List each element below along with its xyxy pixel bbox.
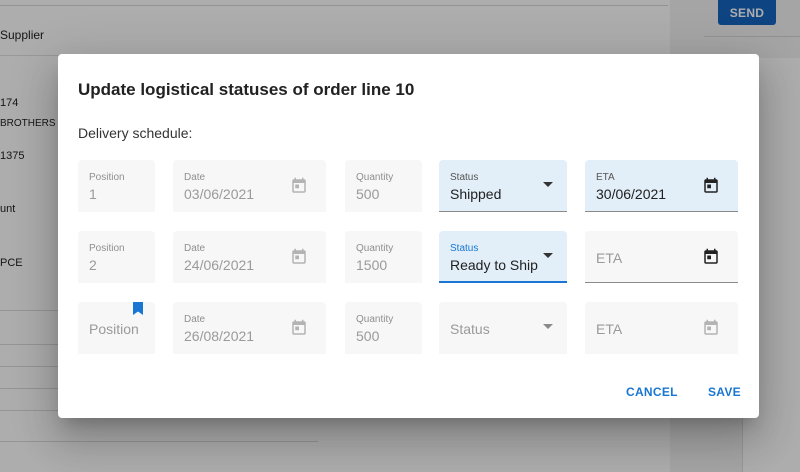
calendar-icon[interactable] — [702, 177, 720, 195]
position-label: Position — [89, 172, 125, 183]
status-select[interactable]: Status Ready to Ship — [439, 231, 567, 283]
position-value: 2 — [89, 257, 97, 273]
date-label: Date — [184, 314, 206, 325]
status-value: Shipped — [450, 186, 502, 202]
position-field: Position 2 — [78, 231, 155, 283]
eta-field: ETA — [585, 302, 738, 354]
dialog-title: Update logistical statuses of order line… — [78, 80, 415, 99]
calendar-icon — [704, 319, 718, 335]
update-status-dialog: Update logistical statuses of order line… — [58, 54, 759, 418]
date-label: Date — [184, 243, 206, 254]
date-value: 24/06/2021 — [184, 257, 255, 273]
dropdown-arrow-icon — [543, 253, 553, 258]
quantity-field: Quantity 500 — [345, 160, 422, 212]
eta-placeholder: ETA — [596, 250, 623, 266]
quantity-field: Quantity 500 — [345, 302, 422, 354]
date-label: Date — [184, 172, 206, 183]
calendar-icon — [292, 177, 306, 193]
quantity-value: 1500 — [356, 257, 388, 273]
date-field: Date 24/06/2021 — [173, 231, 326, 283]
eta-field[interactable]: ETA — [585, 231, 738, 283]
status-select: Status — [439, 302, 567, 354]
position-field: Position 1 — [78, 160, 155, 212]
eta-label: ETA — [596, 172, 615, 183]
calendar-icon — [292, 319, 306, 335]
date-field: Date 03/06/2021 — [173, 160, 326, 212]
cancel-button[interactable]: CANCEL — [626, 385, 678, 399]
calendar-icon — [292, 248, 306, 264]
eta-field[interactable]: ETA 30/06/2021 — [585, 160, 738, 212]
dropdown-arrow-icon — [543, 182, 553, 187]
position-field: Position — [78, 302, 155, 354]
position-label: Position — [89, 243, 125, 254]
eta-value: 30/06/2021 — [596, 186, 667, 202]
date-value: 03/06/2021 — [184, 186, 255, 202]
position-value: 1 — [89, 186, 97, 202]
dropdown-arrow-icon — [543, 324, 553, 329]
date-field: Date 26/08/2021 — [173, 302, 326, 354]
status-placeholder: Status — [450, 321, 490, 337]
quantity-value: 500 — [356, 328, 380, 344]
eta-placeholder: ETA — [596, 321, 623, 337]
status-label: Status — [450, 243, 479, 254]
status-select[interactable]: Status Shipped — [439, 160, 567, 212]
quantity-field: Quantity 1500 — [345, 231, 422, 283]
status-label: Status — [450, 172, 479, 183]
date-value: 26/08/2021 — [184, 328, 255, 344]
status-value: Ready to Ship — [450, 257, 538, 273]
bookmark-icon — [133, 302, 143, 315]
quantity-value: 500 — [356, 186, 380, 202]
quantity-label: Quantity — [356, 243, 394, 254]
position-placeholder: Position — [89, 321, 139, 337]
quantity-label: Quantity — [356, 314, 394, 325]
calendar-icon[interactable] — [702, 248, 720, 266]
delivery-schedule-label: Delivery schedule: — [78, 125, 193, 141]
save-button[interactable]: SAVE — [708, 385, 741, 399]
quantity-label: Quantity — [356, 172, 394, 183]
